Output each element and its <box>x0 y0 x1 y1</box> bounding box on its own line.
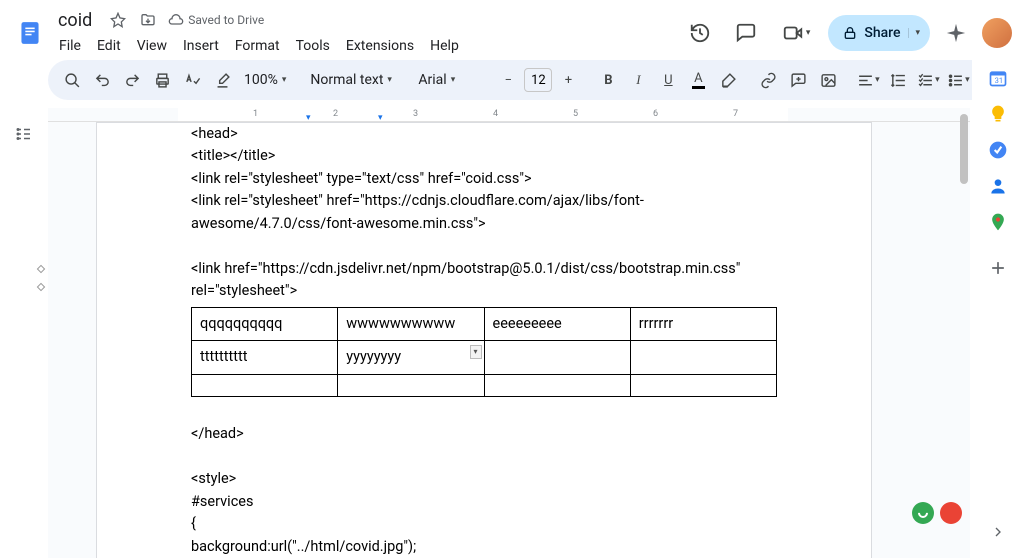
comments-icon[interactable] <box>728 15 764 51</box>
hide-panel-icon[interactable] <box>980 514 1016 550</box>
star-icon[interactable] <box>108 10 128 30</box>
text-line[interactable]: <link rel="stylesheet" href="https://cdn… <box>191 190 777 235</box>
indent-marker-icon[interactable]: ▾ <box>306 113 314 121</box>
table-cell[interactable] <box>630 341 776 374</box>
print-icon[interactable] <box>148 66 176 94</box>
text-line[interactable] <box>191 235 777 257</box>
add-comment-icon[interactable] <box>784 66 812 94</box>
table-cell[interactable]: wwwwwwwwww <box>338 307 484 340</box>
tasks-icon[interactable] <box>988 140 1008 160</box>
redo-icon[interactable] <box>118 66 146 94</box>
doc-table[interactable]: qqqqqqqqqqwwwwwwwwwweeeeeeeeerrrrrrr tttt… <box>191 307 777 397</box>
text-line[interactable]: <link href="https://cdn.jsdelivr.net/npm… <box>191 258 777 303</box>
account-avatar[interactable] <box>982 18 1012 48</box>
text-line[interactable]: <link rel="stylesheet" type="text/css" h… <box>191 168 777 190</box>
text-line[interactable]: #services <box>191 491 777 513</box>
indent-marker-icon[interactable]: ▾ <box>378 113 386 121</box>
contacts-icon[interactable] <box>988 176 1008 196</box>
underline-icon[interactable]: U <box>654 66 682 94</box>
add-icon[interactable] <box>988 258 1008 278</box>
table-cell[interactable]: qqqqqqqqqq <box>192 307 338 340</box>
menu-help[interactable]: Help <box>423 34 466 58</box>
checklist-icon[interactable]: ▾ <box>914 66 942 94</box>
image-icon[interactable] <box>814 66 842 94</box>
align-icon[interactable]: ▾ <box>854 66 882 94</box>
table-cell[interactable]: tttttttttt <box>192 341 338 374</box>
text-line[interactable]: <head> <box>191 123 777 145</box>
text-line[interactable]: { <box>191 513 777 535</box>
keep-icon[interactable] <box>988 104 1008 124</box>
table-cell[interactable]: eeeeeeeee <box>484 307 630 340</box>
link-icon[interactable] <box>754 66 782 94</box>
svg-text:31: 31 <box>995 76 1003 85</box>
text-line[interactable]: <title></title> <box>191 145 777 167</box>
text-line[interactable] <box>191 446 777 468</box>
ruler[interactable]: 1 2 3 4 5 6 7 ▾ ▾ <box>48 108 970 122</box>
text-line[interactable]: background:url("../html/covid.jpg"); <box>191 536 777 558</box>
share-dropdown-icon[interactable]: ▾ <box>908 28 920 38</box>
menu-edit[interactable]: Edit <box>90 34 128 58</box>
table-cell[interactable]: yyyyyyyy▾ <box>338 341 484 374</box>
font-size-increase-icon[interactable]: + <box>554 66 582 94</box>
text-line[interactable]: <style> <box>191 468 777 490</box>
font-size-input[interactable] <box>524 68 552 92</box>
table-cell[interactable]: rrrrrrr <box>630 307 776 340</box>
history-icon[interactable] <box>682 15 718 51</box>
font-size-decrease-icon[interactable]: − <box>494 66 522 94</box>
calendar-icon[interactable]: 31 <box>988 68 1008 88</box>
drive-status[interactable]: Saved to Drive <box>168 12 264 28</box>
gemini-icon[interactable] <box>940 17 972 49</box>
font-dropdown[interactable]: Arial▾ <box>412 66 482 94</box>
table-cell[interactable] <box>484 374 630 396</box>
table-cell[interactable] <box>338 374 484 396</box>
move-icon[interactable] <box>138 10 158 30</box>
meet-button[interactable]: ▾ <box>774 15 819 51</box>
style-dropdown[interactable]: Normal text▾ <box>304 66 400 94</box>
document-title[interactable]: coid <box>52 9 98 32</box>
menu-view[interactable]: View <box>130 34 174 58</box>
undo-icon[interactable] <box>88 66 116 94</box>
bold-icon[interactable]: B <box>594 66 622 94</box>
menu-extensions[interactable]: Extensions <box>339 34 421 58</box>
table-cell[interactable] <box>630 374 776 396</box>
menu-format[interactable]: Format <box>228 34 287 58</box>
share-button[interactable]: Share ▾ <box>828 15 930 51</box>
explore-icon[interactable] <box>940 502 962 524</box>
vertical-scrollbar[interactable] <box>958 112 968 556</box>
table-cell[interactable] <box>484 341 630 374</box>
table-cell[interactable] <box>192 374 338 396</box>
menu-insert[interactable]: Insert <box>176 34 226 58</box>
text-line[interactable]: </head> <box>191 423 777 445</box>
toolbar: 100%▾ Normal text▾ Arial▾ − + B I U A ▾ … <box>48 60 1012 100</box>
menu-tools[interactable]: Tools <box>289 34 337 58</box>
grammarly-icon[interactable] <box>912 502 934 524</box>
tab-stop-icon[interactable] <box>37 283 45 291</box>
text-color-icon[interactable]: A <box>684 66 712 94</box>
zoom-dropdown[interactable]: 100%▾ <box>238 66 292 94</box>
tab-stop-icon[interactable] <box>37 265 45 273</box>
search-icon[interactable] <box>58 66 86 94</box>
docs-home-icon[interactable] <box>12 15 48 51</box>
paint-format-icon[interactable] <box>208 66 236 94</box>
menu-bar: File Edit View Insert Format Tools Exten… <box>52 34 682 58</box>
document-page[interactable]: <head> <title></title> <link rel="styles… <box>96 122 872 558</box>
maps-icon[interactable] <box>988 212 1008 232</box>
menu-file[interactable]: File <box>52 34 88 58</box>
spellcheck-icon[interactable] <box>178 66 206 94</box>
italic-icon[interactable]: I <box>624 66 652 94</box>
bulleted-list-icon[interactable]: ▾ <box>944 66 972 94</box>
side-panel: 31 <box>972 60 1024 558</box>
line-spacing-icon[interactable] <box>884 66 912 94</box>
highlight-icon[interactable] <box>714 66 742 94</box>
cell-dropdown-icon[interactable]: ▾ <box>470 345 482 359</box>
